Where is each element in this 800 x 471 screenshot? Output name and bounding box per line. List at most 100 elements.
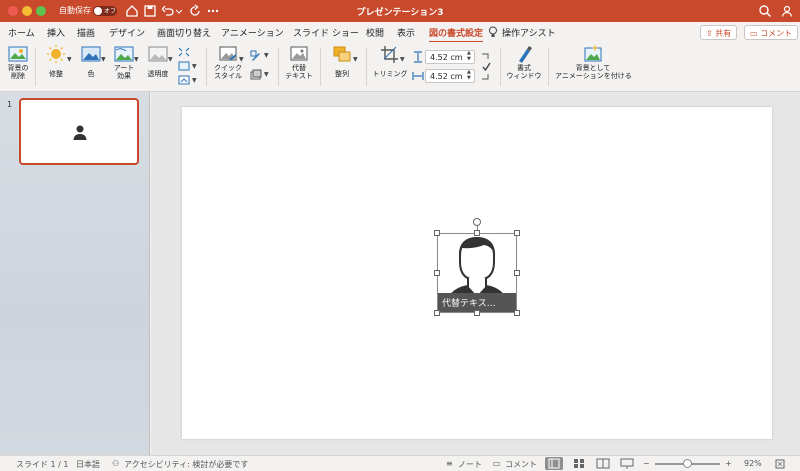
home-icon[interactable] [125, 4, 139, 18]
selected-picture[interactable]: 代替テキス… [434, 218, 520, 316]
autosave-toggle[interactable]: オフ [93, 6, 117, 16]
tab-animations[interactable]: アニメーション [221, 26, 284, 39]
width-stepper-icon[interactable]: ▲ ▼ [467, 69, 471, 81]
zoom-in-button[interactable]: + [725, 459, 732, 468]
reading-view-button[interactable] [594, 457, 612, 470]
arrange-button[interactable]: 整列 [328, 44, 356, 78]
resize-handle-left[interactable] [434, 270, 440, 276]
reset-picture-dropdown-icon[interactable]: ▼ [192, 77, 197, 84]
tab-view[interactable]: 表示 [397, 26, 415, 39]
share-icon: ⇪ [706, 29, 716, 38]
tab-draw[interactable]: 描画 [77, 26, 95, 39]
ribbon-separator [548, 48, 549, 86]
slide[interactable]: 代替テキス… [182, 107, 772, 439]
picture-effects-dropdown-icon[interactable]: ▼ [264, 71, 269, 78]
change-picture-dropdown-icon[interactable]: ▼ [192, 63, 197, 70]
tab-review[interactable]: 校閲 [366, 26, 384, 39]
artistic-effects-dropdown-icon[interactable]: ▼ [134, 56, 139, 63]
corrections-label: 修整 [49, 70, 63, 78]
crop-dropdown-icon[interactable]: ▼ [400, 56, 405, 63]
slideshow-view-button[interactable] [618, 457, 636, 470]
change-picture-icon[interactable] [178, 61, 190, 71]
picture-border-dropdown-icon[interactable]: ▼ [264, 52, 269, 59]
remove-background-icon [8, 46, 28, 62]
set-as-background-button[interactable]: 背景として アニメーションを付ける [555, 44, 632, 80]
ribbon-separator [500, 48, 501, 86]
search-icon[interactable] [758, 4, 772, 18]
title-bar: 自動保存 オフ プレゼンテーション3 [0, 0, 800, 22]
undo-dropdown-icon[interactable] [175, 4, 183, 18]
quick-styles-icon [219, 46, 237, 61]
reset-picture-icon[interactable] [178, 75, 190, 85]
tab-insert[interactable]: 挿入 [47, 26, 65, 39]
ribbon-tabs: ホーム 挿入 描画 デザイン 画面切り替え アニメーション スライド ショー 校… [0, 22, 800, 43]
comments-button[interactable]: コメント [505, 459, 537, 470]
minimize-window-button[interactable] [22, 6, 32, 16]
color-dropdown-icon[interactable]: ▼ [101, 56, 106, 63]
share-label: 共有 [715, 29, 732, 38]
compress-pictures-icon[interactable] [178, 47, 190, 57]
resize-handle-bottom-left[interactable] [434, 310, 440, 316]
selection-border [437, 233, 517, 313]
normal-view-button[interactable] [545, 457, 563, 470]
picture-border-icon[interactable] [250, 50, 262, 62]
transparency-icon [148, 46, 168, 62]
save-icon[interactable] [143, 4, 157, 18]
comments-icon: ▭ [493, 459, 501, 468]
fit-to-window-icon[interactable] [775, 459, 785, 469]
slide-sorter-icon [574, 459, 584, 468]
undo-icon[interactable] [161, 4, 175, 18]
format-pane-button[interactable]: 書式 ウィンドウ [506, 44, 542, 80]
picture-effects-icon[interactable] [250, 69, 262, 81]
more-icon[interactable] [206, 4, 220, 18]
tab-tell-me[interactable]: 操作アシスト [502, 26, 556, 39]
ribbon: 背景の 削除 修整 ▼ 色 ▼ アート 効果 ▼ 透明度 ▼ ▼ ▼ クイック … [0, 42, 800, 92]
resize-handle-top-right[interactable] [514, 230, 520, 236]
lock-aspect-ratio-icon[interactable] [480, 51, 492, 83]
slide-sorter-button[interactable] [570, 457, 588, 470]
rotate-handle[interactable] [473, 218, 481, 226]
resize-handle-right[interactable] [514, 270, 520, 276]
tab-transitions[interactable]: 画面切り替え [157, 26, 211, 39]
alt-text-icon [290, 46, 308, 61]
height-icon [414, 51, 422, 63]
alt-text-label-2: テキスト [285, 72, 313, 80]
zoom-level[interactable]: 92% [744, 459, 762, 468]
remove-background-button[interactable]: 背景の 削除 [4, 44, 32, 80]
picture-color-icon [81, 46, 101, 62]
tab-design[interactable]: デザイン [109, 26, 145, 39]
format-pane-label-2: ウィンドウ [506, 72, 542, 80]
quick-styles-dropdown-icon[interactable]: ▼ [239, 56, 244, 63]
zoom-slider-handle[interactable] [683, 459, 692, 468]
redo-icon[interactable] [188, 4, 202, 18]
resize-handle-top-left[interactable] [434, 230, 440, 236]
artistic-effects-icon [114, 46, 134, 62]
tab-slideshow[interactable]: スライド ショー [293, 26, 359, 39]
zoom-out-button[interactable]: − [643, 459, 650, 468]
remove-background-label-1: 背景の [7, 64, 29, 72]
ribbon-separator [35, 48, 36, 86]
slide-thumbnail[interactable] [19, 98, 139, 165]
close-window-button[interactable] [8, 6, 18, 16]
comment-icon: ▭ [750, 29, 761, 38]
notes-button[interactable]: ノート [458, 459, 482, 470]
account-icon[interactable] [780, 4, 794, 18]
arrange-dropdown-icon[interactable]: ▼ [353, 56, 358, 63]
resize-handle-bottom-right[interactable] [514, 310, 520, 316]
language-indicator[interactable]: 日本語 [76, 459, 100, 470]
tab-home[interactable]: ホーム [8, 26, 35, 39]
resize-handle-top[interactable] [474, 230, 480, 236]
zoom-window-button[interactable] [36, 6, 46, 16]
height-stepper-icon[interactable]: ▲ ▼ [467, 50, 471, 62]
tab-picture-format[interactable]: 図の書式設定 [429, 26, 484, 43]
accessibility-status[interactable]: アクセシビリティ: 検討が必要です [124, 459, 248, 470]
resize-handle-bottom[interactable] [474, 310, 480, 316]
transparency-dropdown-icon[interactable]: ▼ [168, 56, 173, 63]
width-value: 4.52 cm [430, 72, 463, 81]
toggle-knob [94, 7, 102, 15]
width-icon [412, 72, 424, 80]
share-button[interactable]: ⇪ 共有 [700, 25, 738, 40]
corrections-dropdown-icon[interactable]: ▼ [67, 56, 72, 63]
comment-button[interactable]: ▭ コメント [744, 25, 799, 40]
alt-text-button[interactable]: 代替 テキスト [284, 44, 314, 80]
